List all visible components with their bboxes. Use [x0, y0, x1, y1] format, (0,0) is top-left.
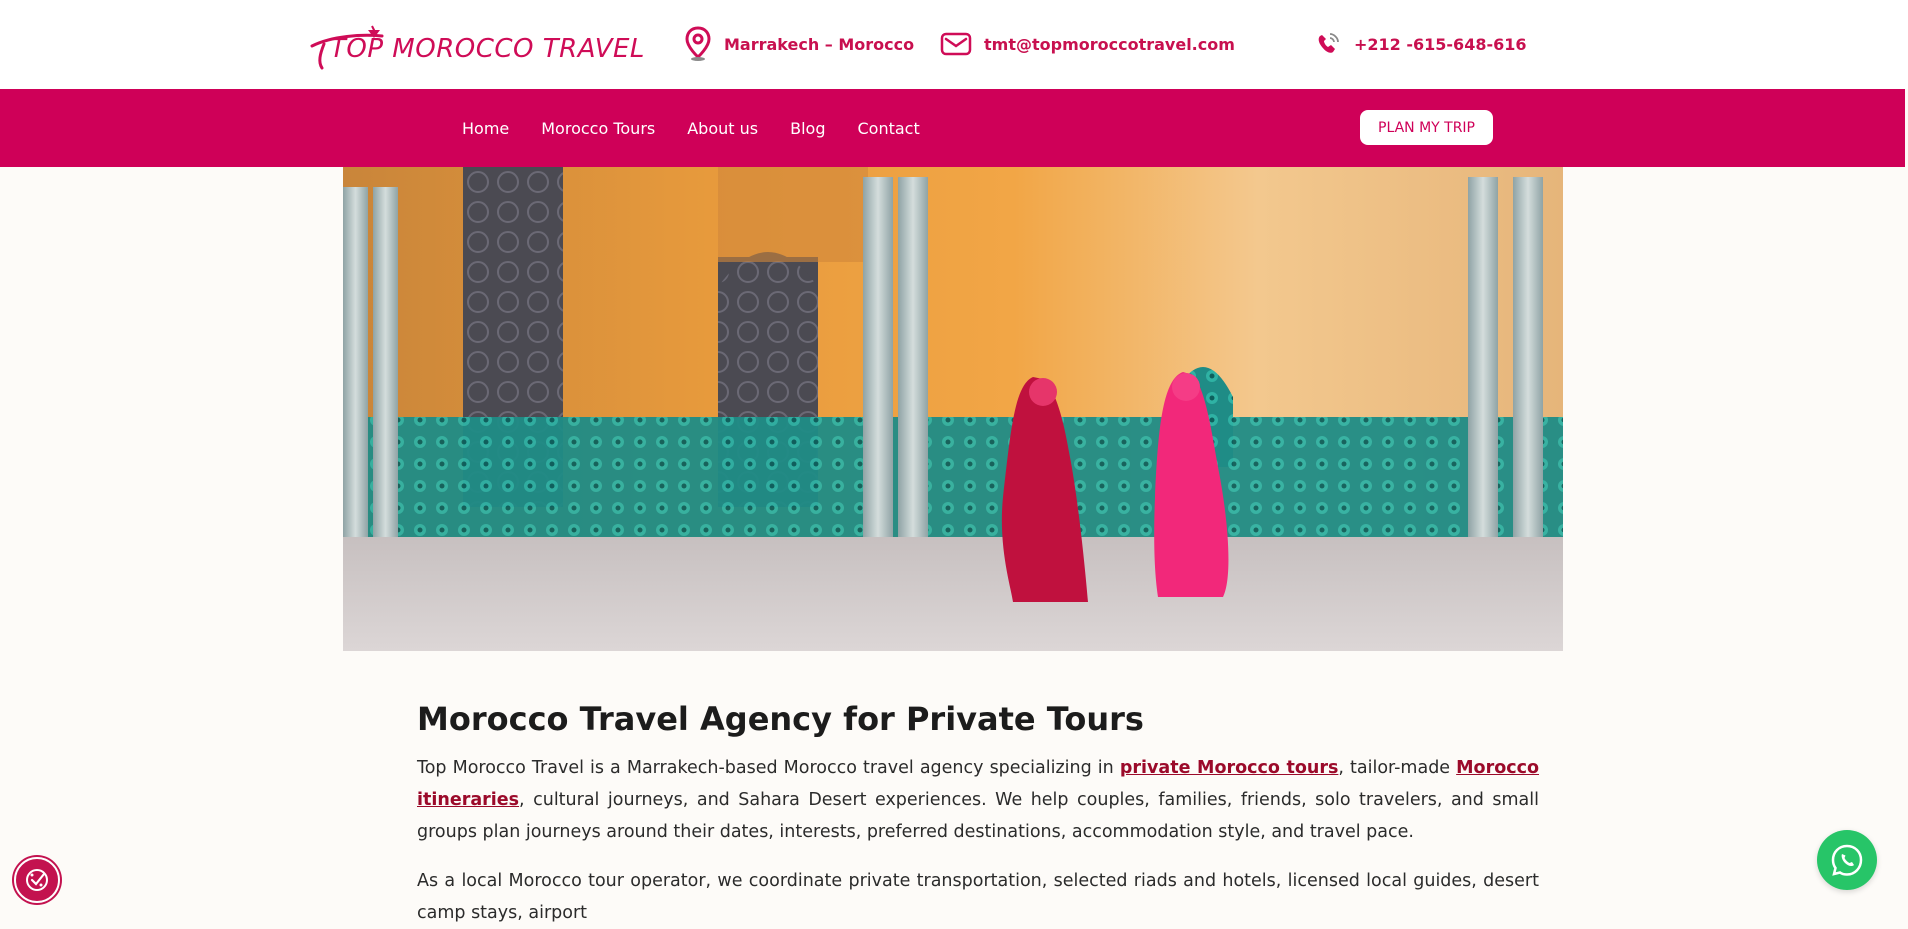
page-title: Morocco Travel Agency for Private Tours [417, 700, 1144, 738]
logo-text: TOP MOROCCO TRAVEL [330, 34, 645, 64]
nav-item-contact[interactable]: Contact [857, 119, 919, 138]
nav-item-home[interactable]: Home [462, 119, 509, 138]
hero-image [343, 167, 1563, 651]
cookie-consent-icon [26, 869, 48, 891]
nav-item-blog[interactable]: Blog [790, 119, 825, 138]
nav-item-morocco-tours[interactable]: Morocco Tours [541, 119, 655, 138]
main-content: Morocco Travel Agency for Private Tours … [417, 700, 1539, 929]
top-header: TOP MOROCCO TRAVEL Marrakech – Morocco t… [0, 0, 1908, 89]
intro-text-2: , tailor-made [1338, 758, 1457, 779]
nav-menu: Home Morocco Tours About us Blog Contact [462, 89, 920, 167]
logo[interactable]: TOP MOROCCO TRAVEL [302, 24, 644, 74]
phone-icon [1318, 33, 1339, 53]
map-pin-icon [685, 26, 711, 61]
phone-text[interactable]: +212 -615-648-616 [1354, 35, 1527, 54]
whatsapp-icon [1831, 844, 1863, 876]
location-text: Marrakech – Morocco [724, 34, 915, 54]
whatsapp-button[interactable] [1817, 830, 1877, 890]
intro-paragraph: Top Morocco Travel is a Marrakech-based … [417, 752, 1539, 848]
private-morocco-tours-link[interactable]: private Morocco tours [1120, 758, 1339, 778]
second-paragraph: As a local Morocco tour operator, we coo… [417, 871, 1539, 924]
email-text[interactable]: tmt@topmoroccotravel.com [984, 35, 1235, 54]
email-contact[interactable]: tmt@topmoroccotravel.com [940, 24, 1235, 64]
intro-text-1: Top Morocco Travel is a Marrakech-based … [417, 758, 1120, 779]
plan-my-trip-button[interactable]: PLAN MY TRIP [1360, 110, 1493, 145]
location-contact: Marrakech – Morocco [684, 24, 914, 64]
phone-contact[interactable]: +212 -615-648-616 [1314, 24, 1527, 64]
envelope-icon [940, 32, 972, 56]
nav-item-about-us[interactable]: About us [687, 119, 758, 138]
intro-text-3: , cultural journeys, and Sahara Desert e… [417, 790, 1539, 843]
main-navbar: Home Morocco Tours About us Blog Contact… [0, 89, 1905, 167]
cookie-consent-button[interactable] [14, 857, 60, 903]
hero-illustration [343, 167, 1563, 651]
